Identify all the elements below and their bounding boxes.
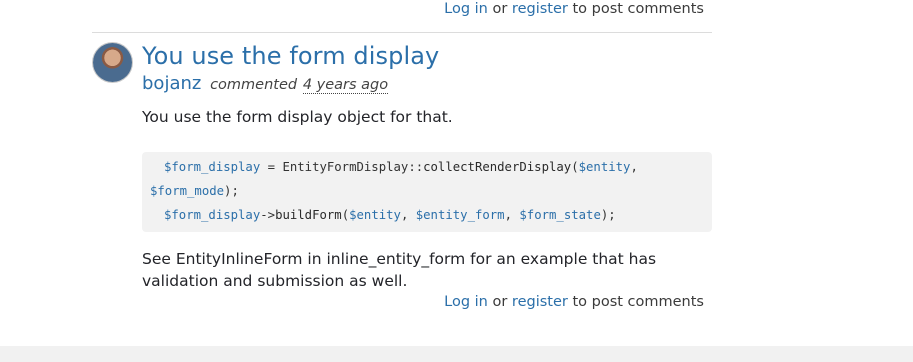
post-comment-prompt-top: Log in or register to post comments xyxy=(444,1,704,17)
post-comment-prompt-bottom: Log in or register to post comments xyxy=(444,294,704,310)
post-comments-text: to post comments xyxy=(572,1,704,17)
register-link[interactable]: register xyxy=(512,294,568,310)
code-token: ); xyxy=(224,184,239,198)
code-token: ); xyxy=(600,208,616,222)
code-token: buildForm xyxy=(275,208,342,222)
code-token: ( xyxy=(571,160,579,174)
comment-title[interactable]: You use the form display xyxy=(142,42,439,70)
post-comments-text: to post comments xyxy=(572,294,704,310)
code-token: ( xyxy=(341,208,350,222)
code-line-2: $form_mode); xyxy=(150,184,239,198)
code-token: $form_mode xyxy=(150,184,225,198)
commented-label: commented xyxy=(210,77,298,93)
comment-time: 4 years ago xyxy=(302,77,389,94)
code-token: = EntityFormDisplay:: xyxy=(260,160,424,174)
code-token: , xyxy=(630,160,638,174)
code-token: $form_display xyxy=(164,160,261,174)
comment-intro: You use the form display object for that… xyxy=(142,108,453,126)
code-token: $form_display xyxy=(164,208,261,222)
avatar[interactable] xyxy=(93,43,132,82)
or-text: or xyxy=(492,294,508,310)
code-token: collectRenderDisplay xyxy=(423,160,572,174)
register-link[interactable]: register xyxy=(512,1,568,17)
code-line-1: $form_display = EntityFormDisplay::colle… xyxy=(164,160,638,174)
code-token: $entity_form xyxy=(415,208,505,222)
code-token: -> xyxy=(260,208,276,222)
login-link[interactable]: Log in xyxy=(444,1,488,17)
code-line-3: $form_display->buildForm($entity, $entit… xyxy=(164,208,616,222)
comment-divider xyxy=(92,32,712,33)
code-token: $entity xyxy=(578,160,631,174)
code-token: $form_state xyxy=(519,208,601,222)
code-token: , xyxy=(504,208,520,222)
author-link[interactable]: bojanz xyxy=(142,73,201,94)
code-token: $entity xyxy=(349,208,401,222)
comment-outro: See EntityInlineForm in inline_entity_fo… xyxy=(142,250,657,290)
footer-band xyxy=(0,346,913,362)
code-block: $form_display = EntityFormDisplay::colle… xyxy=(142,152,712,232)
code-token: , xyxy=(400,208,416,222)
login-link[interactable]: Log in xyxy=(444,294,488,310)
comment-meta: bojanz commented 4 years ago xyxy=(142,73,389,94)
or-text: or xyxy=(492,1,508,17)
